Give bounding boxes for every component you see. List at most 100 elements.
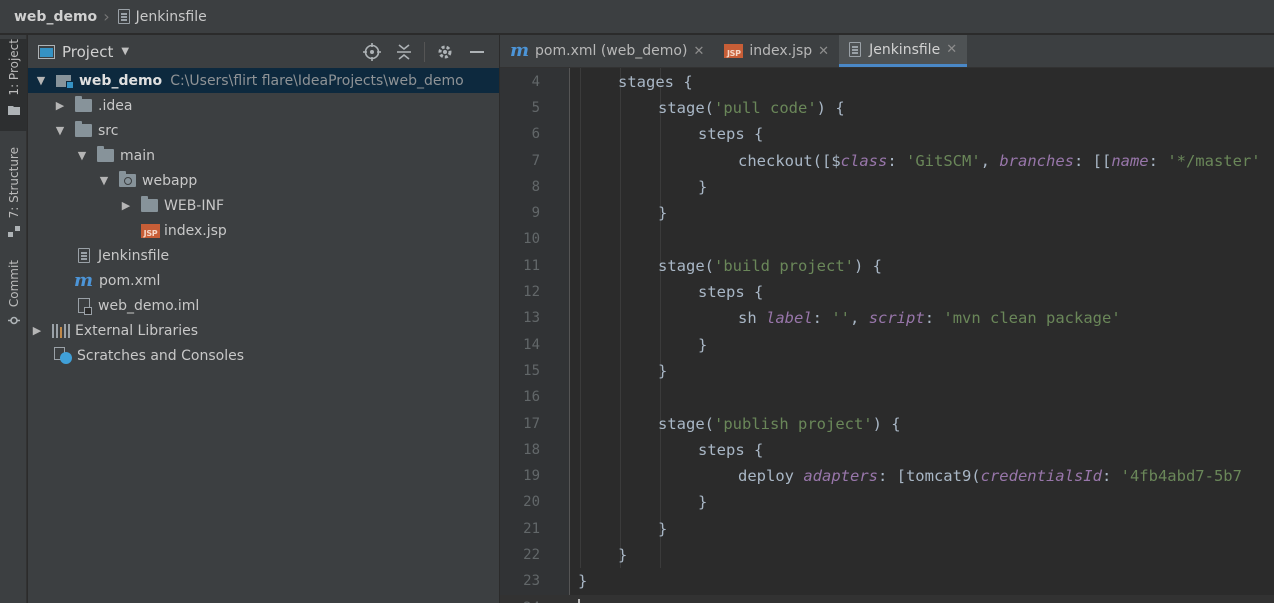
code-line[interactable]: 23} — [500, 568, 1274, 594]
scratches-icon — [54, 347, 73, 364]
code-text: stages { — [618, 73, 693, 91]
expanded-arrow-icon[interactable]: ▼ — [53, 124, 67, 137]
code-text: stage('pull code') { — [658, 99, 845, 117]
tree-item-external-libraries[interactable]: ▶ External Libraries — [28, 318, 499, 343]
collapsed-arrow-icon[interactable]: ▶ — [119, 199, 133, 212]
project-tool-label: 1: Project — [6, 39, 21, 96]
code-line[interactable]: 4 stages { — [500, 69, 1274, 95]
tree-item-scratches[interactable]: Scratches and Consoles — [28, 343, 499, 368]
folder-icon — [75, 121, 92, 137]
locate-icon[interactable] — [356, 35, 388, 68]
code-text: } — [698, 336, 707, 354]
module-folder-icon — [56, 73, 74, 89]
code-line[interactable]: 7 checkout([$class: 'GitSCM', branches: [… — [500, 147, 1274, 173]
breadcrumb-file[interactable]: Jenkinsfile — [117, 9, 207, 25]
tab-index-jsp[interactable]: JSP index.jsp ✕ — [714, 35, 839, 67]
param-token: credentialsId — [980, 467, 1102, 486]
code-line[interactable]: 11 stage('build project') { — [500, 253, 1274, 279]
tree-item-web-demo[interactable]: ▼ web_demo C:\Users\flirt flare\IdeaProj… — [28, 68, 499, 93]
expanded-arrow-icon[interactable]: ▼ — [75, 149, 89, 162]
code-line[interactable]: 15} — [500, 358, 1274, 384]
code-token: : [tomcat9( — [877, 467, 981, 486]
editor-area: m pom.xml (web_demo) ✕ JSP index.jsp ✕ J… — [500, 35, 1274, 603]
code-text: checkout([$class: 'GitSCM', branches: [[… — [738, 152, 1261, 170]
code-text: } — [658, 204, 667, 222]
iml-file-icon — [78, 298, 92, 315]
close-icon[interactable]: ✕ — [946, 42, 957, 57]
tree-item-web-inf[interactable]: ▶ WEB-INF — [28, 193, 499, 218]
gear-icon[interactable] — [429, 35, 461, 68]
chevron-down-icon[interactable]: ▼ — [121, 46, 129, 57]
code-token: , — [980, 151, 1000, 170]
code-token: : — [924, 309, 944, 328]
code-editor[interactable]: 4 stages {5 stage('pull code') {6 steps {7 c… — [500, 68, 1274, 603]
code-line[interactable]: 24 — [500, 594, 1274, 603]
tree-item-idea[interactable]: ▶ .idea — [28, 93, 499, 118]
code-token: steps { — [698, 440, 764, 459]
commit-tool-tab[interactable]: Commit — [0, 260, 27, 330]
tree-item-webapp[interactable]: ▼ webapp — [28, 168, 499, 193]
code-line[interactable]: 5 stage('pull code') { — [500, 95, 1274, 121]
code-line[interactable]: 12 steps { — [500, 279, 1274, 305]
minimize-icon[interactable] — [461, 35, 493, 68]
tree-item-label: src — [98, 122, 119, 139]
web-folder-icon — [119, 171, 136, 187]
code-token: } — [618, 546, 628, 565]
tree-item-web-demo-iml[interactable]: web_demo.iml — [28, 293, 499, 318]
project-view-title[interactable]: Project — [62, 43, 113, 61]
line-number: 6 — [531, 126, 540, 143]
code-token: : — [812, 309, 832, 328]
maven-icon: m — [510, 40, 530, 61]
tree-item-label: Jenkinsfile — [98, 247, 170, 264]
commit-icon — [7, 316, 20, 325]
tab-pom-xml[interactable]: m pom.xml (web_demo) ✕ — [500, 35, 714, 67]
code-line[interactable]: 20} — [500, 489, 1274, 515]
code-line[interactable]: 21} — [500, 516, 1274, 542]
code-line[interactable]: 10 — [500, 226, 1274, 252]
param-token: class — [840, 151, 888, 170]
tree-item-pom-xml[interactable]: m pom.xml — [28, 268, 499, 293]
navigation-bar: web_demo › Jenkinsfile — [0, 0, 1274, 34]
structure-tool-tab[interactable]: 7: Structure — [0, 147, 27, 242]
line-number: 24 — [500, 600, 540, 603]
code-line[interactable]: 14} — [500, 332, 1274, 358]
code-line[interactable]: 9} — [500, 200, 1274, 226]
code-token: stages { — [618, 72, 693, 91]
string-token: '4fb4abd7-5b7 — [1120, 467, 1242, 486]
code-token: } — [578, 572, 588, 591]
line-number: 9 — [531, 205, 540, 222]
collapsed-arrow-icon[interactable]: ▶ — [30, 324, 44, 337]
tree-item-src[interactable]: ▼ src — [28, 118, 499, 143]
close-icon[interactable]: ✕ — [818, 44, 829, 59]
project-tool-tab[interactable]: 1: Project — [0, 39, 27, 131]
expanded-arrow-icon[interactable]: ▼ — [97, 174, 111, 187]
tree-item-index-jsp[interactable]: JSP index.jsp — [28, 218, 499, 243]
code-line[interactable]: 19 deploy adapters: [tomcat9(credentialsI… — [500, 463, 1274, 489]
line-number: 15 — [523, 362, 540, 379]
code-line[interactable]: 22} — [500, 542, 1274, 568]
string-token: 'build project' — [714, 256, 854, 275]
line-number: 11 — [523, 257, 540, 274]
code-line[interactable]: 8} — [500, 174, 1274, 200]
string-token: '' — [831, 309, 851, 328]
tree-item-main[interactable]: ▼ main — [28, 143, 499, 168]
collapsed-arrow-icon[interactable]: ▶ — [53, 99, 67, 112]
code-line[interactable]: 16 — [500, 384, 1274, 410]
collapse-all-icon[interactable] — [388, 35, 420, 68]
tab-jenkinsfile[interactable]: Jenkinsfile ✕ — [839, 35, 968, 67]
close-icon[interactable]: ✕ — [693, 44, 704, 59]
tree-item-label: pom.xml — [99, 272, 161, 289]
breadcrumb-project[interactable]: web_demo — [14, 9, 97, 25]
folder-icon — [141, 196, 158, 212]
code-line[interactable]: 6 steps { — [500, 121, 1274, 147]
code-token: sh — [738, 309, 766, 328]
code-line[interactable]: 13 sh label: '', script: 'mvn clean packa… — [500, 305, 1274, 331]
commit-tool-label: Commit — [6, 260, 21, 308]
expanded-arrow-icon[interactable]: ▼ — [34, 74, 48, 87]
code-line[interactable]: 17 stage('publish project') { — [500, 410, 1274, 436]
tree-item-label: .idea — [98, 97, 133, 114]
tree-item-jenkinsfile[interactable]: Jenkinsfile — [28, 243, 499, 268]
code-line[interactable]: 18 steps { — [500, 437, 1274, 463]
structure-icon — [7, 226, 20, 238]
code-text: steps { — [698, 441, 763, 459]
